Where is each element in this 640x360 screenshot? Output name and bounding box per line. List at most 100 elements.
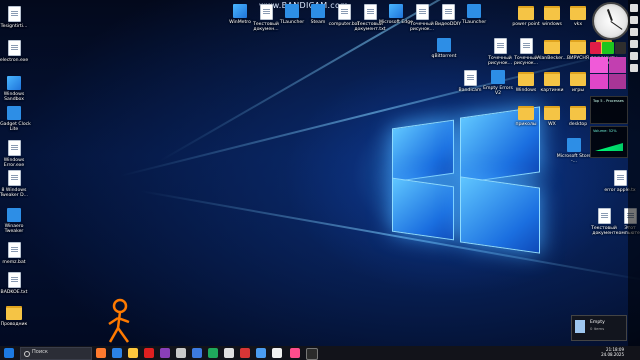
folder-icon	[6, 306, 22, 320]
desktop-icon[interactable]: Tesigntirti...	[0, 6, 32, 29]
top-processes-widget[interactable]: Top 5 - Processes	[590, 96, 628, 124]
document-icon	[7, 140, 21, 156]
volume-level-icon	[595, 143, 623, 151]
app-icon[interactable]	[240, 348, 250, 358]
windows-logo-pane	[392, 119, 454, 183]
pen-icon[interactable]	[630, 28, 638, 36]
app-icon	[7, 106, 21, 120]
pen-icon[interactable]	[630, 52, 638, 60]
app-icon[interactable]	[192, 348, 202, 358]
document-icon	[493, 38, 507, 54]
desktop-icon-label: qBittorrent	[431, 54, 457, 59]
desktop-icon[interactable]: BADKOE.txt	[0, 272, 32, 295]
recycle-bin-icon	[575, 320, 585, 333]
desktop-icon-label: BADKOE.txt	[0, 290, 28, 295]
folder-icon	[518, 72, 534, 86]
desktop-icon-label: memz.bat	[2, 260, 26, 265]
app-icon[interactable]	[208, 348, 218, 358]
search-box[interactable]: Поиск	[20, 347, 92, 360]
desktop-icon-label: Проводник	[0, 322, 28, 327]
desktop-icon[interactable]: 8 Windows Tweaker D...	[0, 170, 32, 198]
desktop-icon[interactable]: Winaero Tweaker	[0, 208, 32, 234]
app-icon[interactable]	[160, 348, 170, 358]
desktop-icon[interactable]: memz.bat	[0, 242, 32, 265]
pen-icon[interactable]	[630, 16, 638, 24]
notification-subtitle: 0 items	[590, 326, 605, 331]
document-icon	[463, 70, 477, 86]
volume-widget[interactable]: Volume: 52%	[590, 126, 628, 158]
document-icon	[337, 4, 351, 20]
folder-icon	[518, 6, 534, 20]
desktop-icon[interactable]: TLauncher	[456, 4, 492, 25]
app-icon	[7, 76, 21, 90]
document-icon	[415, 4, 429, 20]
edge-icon[interactable]	[112, 348, 122, 358]
folder-icon	[544, 72, 560, 86]
gadget-sidebar	[628, 0, 640, 346]
app-icon[interactable]	[144, 348, 154, 358]
top-processes-title: Top 5 - Processes	[593, 99, 624, 103]
desktop-icon[interactable]: electron.exe	[0, 40, 32, 63]
document-icon	[7, 6, 21, 22]
app-icon[interactable]	[272, 348, 282, 358]
document-icon	[7, 242, 21, 258]
system-clock[interactable]: 21:18:09 24.08.2025	[596, 347, 624, 357]
app-icon	[7, 208, 21, 222]
empty-notification[interactable]: Empty 0 items	[571, 315, 627, 341]
desktop-icon-label: 8Gadget Clock Lite	[0, 122, 31, 132]
folder-icon	[570, 72, 586, 86]
start-button-icon[interactable]	[4, 348, 14, 358]
app-icon	[311, 4, 325, 18]
light-beam	[139, 190, 640, 283]
clock-widget[interactable]	[592, 2, 630, 40]
app-icon	[437, 38, 451, 52]
pen-icon[interactable]	[630, 64, 638, 72]
desktop-icon-label: Windows Sandbox	[3, 92, 25, 102]
search-placeholder: Поиск	[32, 349, 48, 355]
app-icon	[233, 4, 247, 18]
document-icon	[597, 208, 611, 224]
firefox-icon[interactable]	[96, 348, 106, 358]
pen-icon[interactable]	[630, 4, 638, 12]
desktop-icon-label: Winaero Tweaker	[4, 224, 24, 234]
app-icon[interactable]	[176, 348, 186, 358]
desktop-icon-label: Tesigntirti...	[0, 24, 28, 29]
app-icon	[491, 70, 505, 84]
notification-title: Empty	[590, 320, 605, 325]
desktop-icon-label: electron.exe	[0, 58, 29, 63]
app-icon	[389, 4, 403, 18]
desktop-icon[interactable]: vkx	[560, 4, 596, 27]
pink-tile-gadget[interactable]	[590, 57, 626, 89]
folder-icon	[544, 6, 560, 20]
app-icon	[467, 4, 481, 18]
clock-minute-hand	[610, 21, 623, 30]
windows-logo-pane	[460, 176, 540, 254]
desktop-icon[interactable]: 8Gadget Clock Lite	[0, 106, 32, 132]
file-explorer-icon[interactable]	[128, 348, 138, 358]
desktop-icon[interactable]: Проводник	[0, 304, 32, 327]
desktop-icon[interactable]: Windows Sandbox	[0, 76, 32, 102]
clock-date: 24.08.2025	[601, 352, 624, 357]
desktop-icon[interactable]: Microsoft Store -...	[556, 138, 592, 164]
desktop-icon-label: 8 Windows Tweaker D...	[0, 188, 29, 198]
desktop-icon[interactable]: qBittorrent	[426, 38, 462, 59]
app-icon	[567, 138, 581, 152]
windows-logo-pane	[392, 177, 454, 241]
desktop-icon-label: TLauncher	[461, 20, 487, 25]
desktop-icon-label: Microsoft Store -...	[556, 154, 592, 164]
document-icon	[7, 170, 21, 186]
document-icon	[7, 272, 21, 288]
desktop-icon-label: vkx	[573, 22, 583, 27]
app-icon[interactable]	[306, 348, 318, 360]
app-icon[interactable]	[290, 348, 300, 358]
app-icon[interactable]	[256, 348, 266, 358]
app-icon[interactable]	[224, 348, 234, 358]
folder-icon	[570, 40, 586, 54]
document-icon	[259, 4, 273, 20]
color-gadget[interactable]	[590, 42, 626, 54]
pen-icon[interactable]	[630, 40, 638, 48]
app-icon	[285, 4, 299, 18]
folder-icon	[570, 106, 586, 120]
desktop-icon[interactable]: Windows Error.exe	[0, 140, 32, 168]
search-icon	[24, 351, 30, 357]
